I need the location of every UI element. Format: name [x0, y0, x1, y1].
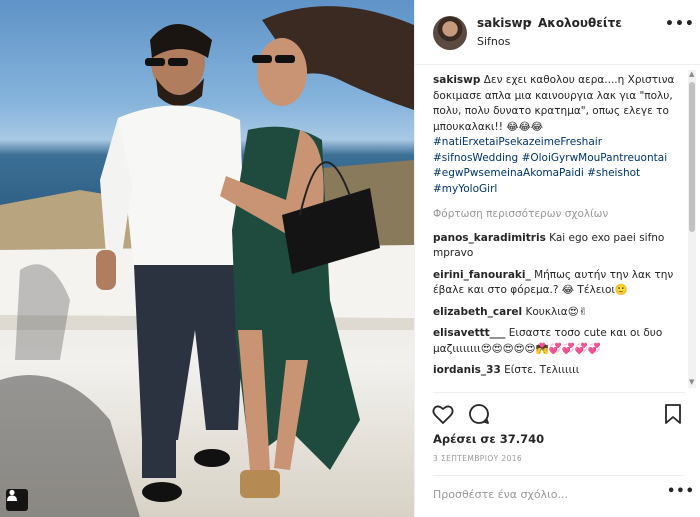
comment-item: panos_karadimitris Kai ego exo paei sifn…: [433, 231, 685, 262]
following-button[interactable]: Ακολουθείτε: [538, 16, 622, 30]
divider: [433, 475, 685, 476]
header-more-options-icon[interactable]: •••: [665, 16, 695, 32]
divider: [433, 392, 685, 393]
hashtag-link[interactable]: #egwPwsemeinaAkomaPaidi: [433, 167, 584, 179]
tagged-user-icon[interactable]: [6, 489, 28, 511]
comment-text: Είστε. Τελιιιιιι: [504, 364, 580, 376]
comment-item: iordanis_33 Είστε. Τελιιιιιι: [433, 363, 685, 379]
heart-icon[interactable]: [431, 402, 455, 426]
caption: sakiswp Δεν εχει καθολου αερα....η Χριστ…: [433, 73, 685, 197]
post-actions: Αρέσει σε 37.740 3 ΣΕΠΤΕΜΒΡΙΟΥ 2016 •••: [415, 392, 700, 512]
likes-count[interactable]: Αρέσει σε 37.740: [433, 432, 544, 446]
header-separator: •: [526, 16, 534, 30]
post-photo[interactable]: [0, 0, 414, 517]
bookmark-icon[interactable]: [661, 402, 685, 426]
comments-list[interactable]: sakiswp Δεν εχει καθολου αερα....η Χριστ…: [433, 73, 685, 391]
post-photo-illustration: [0, 6, 414, 517]
hashtag-link[interactable]: #natiErxetaiPsekazeimeFreshair: [433, 136, 602, 148]
scroll-down-icon[interactable]: ▼: [689, 378, 694, 386]
comment-item: eirini_fanouraki_ Μήπως αυτήν την λακ τη…: [433, 268, 685, 299]
comment-item: elisavettt___ Eισαστε τοσο cute και οι δ…: [433, 326, 685, 357]
comment-username[interactable]: elizabeth_carel: [433, 306, 522, 318]
caption-username[interactable]: sakiswp: [433, 74, 480, 86]
comment-item: elizabeth_carel Κουκλια😍✌: [433, 305, 685, 321]
comment-icon[interactable]: [467, 402, 491, 426]
more-options-icon[interactable]: •••: [667, 484, 695, 499]
scroll-up-icon[interactable]: ▲: [689, 70, 694, 78]
hashtag-link[interactable]: #sheishot: [587, 167, 640, 179]
comment-username[interactable]: eirini_fanouraki_: [433, 269, 531, 281]
header-username[interactable]: sakiswp: [477, 16, 531, 30]
comment-username[interactable]: iordanis_33: [433, 364, 501, 376]
location-link[interactable]: Sifnos: [477, 35, 510, 48]
comment-text: Κουκλια😍✌: [525, 305, 588, 318]
post-date: 3 ΣΕΠΤΕΜΒΡΙΟΥ 2016: [433, 454, 523, 463]
post-panel: sakiswp • Ακολουθείτε Sifnos ••• sakiswp…: [415, 0, 700, 517]
comment-username[interactable]: elisavettt___: [433, 327, 505, 339]
load-more-comments-button[interactable]: Φόρτωση περισσότερων σχολίων: [433, 207, 685, 223]
avatar[interactable]: [433, 16, 467, 50]
comment-username[interactable]: panos_karadimitris: [433, 232, 546, 244]
scrollbar-thumb[interactable]: [689, 82, 695, 232]
add-comment-input[interactable]: [433, 488, 633, 501]
hashtag-link[interactable]: #sifnosWedding: [433, 152, 518, 164]
hashtag-link[interactable]: #OloiGyrwMouPantreuontai: [522, 152, 668, 164]
post-header: sakiswp • Ακολουθείτε Sifnos •••: [415, 0, 700, 65]
hashtag-link[interactable]: #myYoloGirl: [433, 183, 497, 195]
